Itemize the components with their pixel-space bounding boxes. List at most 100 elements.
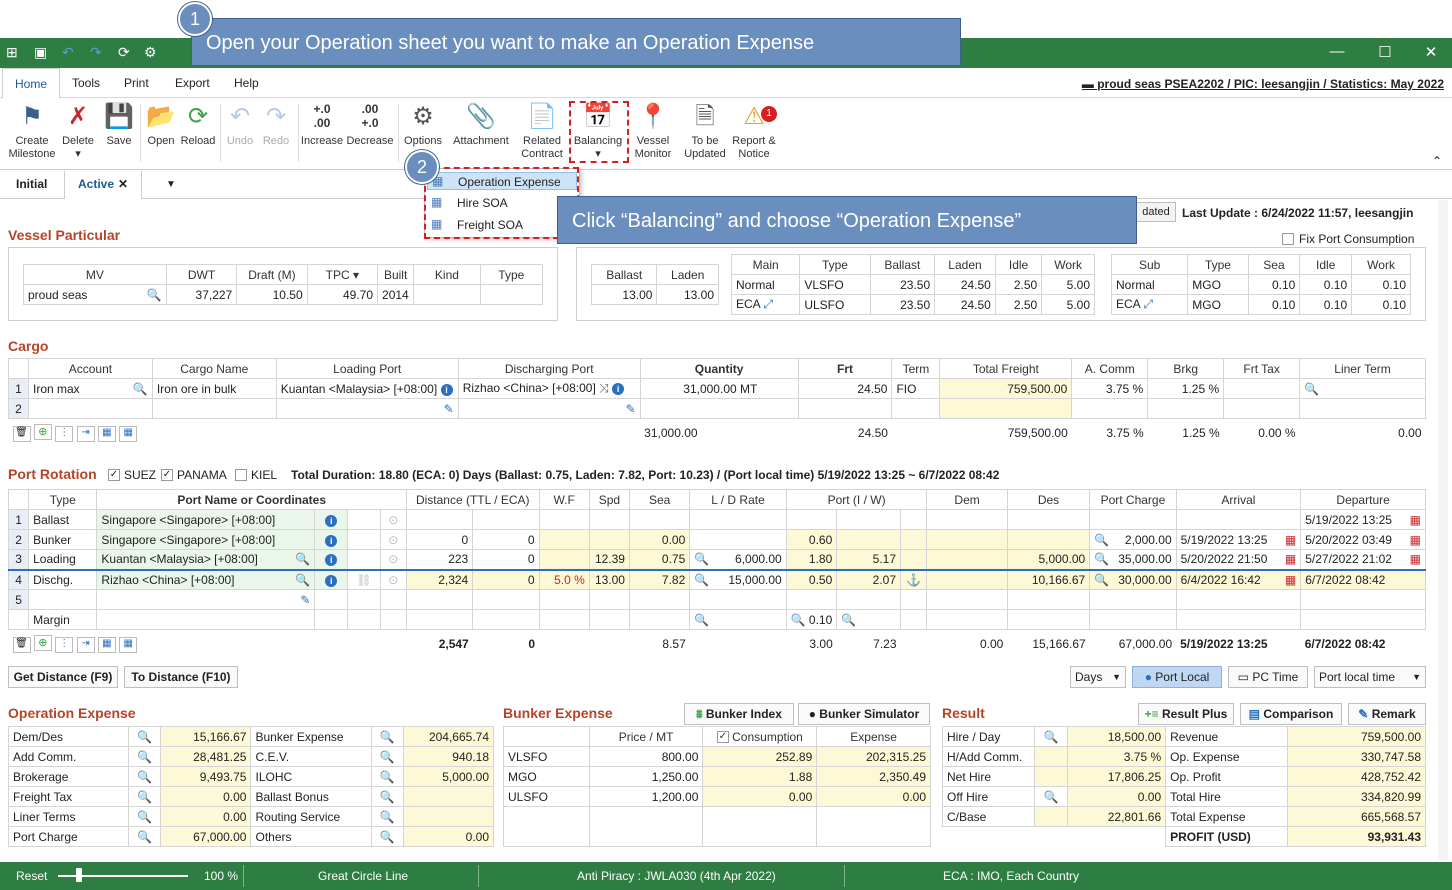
arrival-cell[interactable]: 5/19/2022 13:25 ▦: [1175, 529, 1302, 550]
sub-eca-idle[interactable]: 0.10: [1299, 294, 1353, 315]
account-cell[interactable]: Iron max 🔍: [27, 378, 153, 399]
account-cell[interactable]: [27, 398, 153, 419]
search-icon[interactable]: 🔍: [1304, 382, 1319, 396]
calendar-icon[interactable]: ▦: [1285, 573, 1296, 587]
tpc-cell[interactable]: 49.70: [306, 284, 379, 305]
discharging-port-cell[interactable]: ✎: [457, 398, 641, 419]
opex-lookup[interactable]: 🔍: [370, 726, 404, 747]
departure-cell[interactable]: 6/7/2022 08:42: [1300, 569, 1426, 590]
bunker-simulator-button[interactable]: ● Bunker Simulator: [798, 703, 930, 725]
save-quick-icon[interactable]: ▣: [34, 44, 47, 61]
port-idle-cell[interactable]: 0.50: [785, 569, 838, 590]
move-row-icon[interactable]: ⇥: [76, 636, 95, 653]
create-milestone-button[interactable]: ⚑ Create Milestone: [6, 102, 58, 161]
calendar-icon[interactable]: ▦: [1410, 513, 1421, 527]
port-charge-cell[interactable]: 🔍 2,000.00: [1089, 529, 1177, 550]
kind-cell[interactable]: [413, 284, 481, 305]
grid-expand-icon[interactable]: ▦: [119, 636, 138, 653]
search-icon[interactable]: 🔍: [791, 613, 806, 627]
departure-cell[interactable]: 5/27/2022 21:02 ▦: [1300, 549, 1426, 570]
tab-close-icon[interactable]: ✕: [118, 177, 128, 191]
opex-lookup[interactable]: 🔍: [128, 746, 162, 767]
undo-button[interactable]: ↶ Undo: [224, 102, 256, 148]
result-value[interactable]: 3.75 %: [1066, 746, 1167, 767]
search-icon[interactable]: 🔍: [380, 730, 395, 744]
search-icon[interactable]: 🔍: [137, 750, 152, 764]
fix-port-checkbox[interactable]: [1282, 233, 1294, 245]
dwt-cell[interactable]: 37,227: [165, 284, 238, 305]
add-row-icon[interactable]: ⊕: [33, 634, 52, 651]
collapse-ribbon-icon[interactable]: ⌃: [1432, 154, 1442, 168]
search-icon[interactable]: 🔍: [380, 750, 395, 764]
save-button[interactable]: 💾 Save: [102, 102, 136, 148]
search-icon[interactable]: 🔍: [380, 830, 395, 844]
reload-button[interactable]: ⟳ Reload: [180, 102, 216, 148]
port-name-cell[interactable]: ✎: [96, 589, 316, 610]
sub-normal-sea[interactable]: 0.10: [1247, 274, 1301, 295]
sub-normal-idle[interactable]: 0.10: [1299, 274, 1353, 295]
port-type-cell[interactable]: Bunker: [28, 529, 98, 550]
search-icon[interactable]: 🔍: [1094, 552, 1109, 566]
port-idle-cell[interactable]: 1.80: [785, 549, 838, 570]
decrease-button[interactable]: .00 +.0 Decrease: [346, 102, 394, 148]
port-charge-cell[interactable]: 🔍 30,000.00: [1089, 569, 1177, 590]
draft-cell[interactable]: 10.50: [236, 284, 308, 305]
opex-lookup[interactable]: 🔍: [128, 826, 162, 847]
opex-value[interactable]: [402, 786, 495, 807]
search-icon[interactable]: 🔍: [137, 810, 152, 824]
main-eca-idle[interactable]: 2.50: [994, 294, 1043, 315]
sub-eca-work[interactable]: 0.10: [1351, 294, 1411, 315]
move-row-icon[interactable]: ⇥: [76, 425, 95, 442]
margin-ld-cell[interactable]: 🔍: [689, 609, 787, 630]
to-be-updated-button[interactable]: 🗎 To be Updated: [682, 102, 728, 161]
close-icon[interactable]: ✕: [1416, 43, 1446, 61]
eca-distance-cell[interactable]: 0: [472, 549, 540, 570]
location-icon[interactable]: ⊙: [379, 509, 407, 530]
search-icon[interactable]: 🔍: [1044, 790, 1059, 804]
opex-value[interactable]: [402, 806, 495, 827]
trash-icon[interactable]: 🗑: [12, 425, 31, 442]
search-icon[interactable]: 🔍: [380, 810, 395, 824]
opex-value[interactable]: 204,665.74: [402, 726, 495, 747]
opex-lookup[interactable]: 🔍: [128, 786, 162, 807]
search-icon[interactable]: 🔍: [137, 730, 152, 744]
port-name-cell[interactable]: Kuantan <Malaysia> [+08:00] 🔍: [96, 549, 316, 570]
main-eca-ballast[interactable]: 23.50: [869, 294, 936, 315]
result-value[interactable]: 17,806.25: [1066, 766, 1167, 787]
opex-value[interactable]: 0.00: [402, 826, 495, 847]
opex-value[interactable]: 15,166.67: [160, 726, 252, 747]
opex-lookup[interactable]: 🔍: [128, 726, 162, 747]
port-local-button[interactable]: ● Port Local: [1132, 666, 1222, 688]
kiel-checkbox[interactable]: [235, 469, 247, 481]
search-icon[interactable]: 🔍: [295, 552, 310, 566]
eca-distance-cell[interactable]: 0: [472, 569, 540, 590]
vessel-monitor-button[interactable]: 📍 Vessel Monitor: [630, 102, 676, 161]
options-button[interactable]: ⚙ Options: [402, 102, 444, 148]
redo-quick-icon[interactable]: ↷: [90, 44, 102, 61]
opex-value[interactable]: 9,493.75: [160, 766, 252, 787]
menu-tools[interactable]: Tools: [72, 76, 100, 90]
menu-export[interactable]: Export: [175, 76, 210, 90]
sub-eca-type[interactable]: MGO: [1187, 294, 1249, 315]
get-distance-button[interactable]: Get Distance (F9): [8, 666, 118, 688]
arrival-cell[interactable]: 6/4/2022 16:42 ▦: [1175, 569, 1302, 590]
port-type-cell[interactable]: Dischg.: [28, 569, 98, 590]
port-work-cell[interactable]: 2.07: [836, 569, 902, 590]
arrival-cell[interactable]: 5/20/2022 21:50 ▦: [1175, 549, 1302, 570]
brkg-cell[interactable]: 1.25 %: [1147, 378, 1225, 399]
main-eca-laden[interactable]: 24.50: [934, 294, 996, 315]
vertical-scrollbar[interactable]: [1438, 200, 1448, 860]
panama-checkbox[interactable]: ✓: [161, 469, 173, 481]
link-icon[interactable]: ⛓: [347, 569, 381, 590]
zoom-slider-thumb[interactable]: [76, 868, 82, 882]
search-icon[interactable]: 🔍: [380, 790, 395, 804]
ld-rate-cell[interactable]: 🔍 6,000.00: [689, 549, 787, 570]
settings-quick-icon[interactable]: ⚙: [144, 44, 157, 61]
frt-tax-cell[interactable]: [1223, 378, 1301, 399]
port-name-cell[interactable]: Rizhao <China> [+08:00] 🔍: [96, 569, 316, 590]
info-icon[interactable]: i: [612, 383, 625, 395]
menu-help[interactable]: Help: [234, 76, 259, 90]
minimize-icon[interactable]: —: [1322, 43, 1352, 60]
type-cell[interactable]: [479, 284, 544, 305]
departure-cell[interactable]: 5/19/2022 13:25 ▦: [1300, 509, 1426, 530]
